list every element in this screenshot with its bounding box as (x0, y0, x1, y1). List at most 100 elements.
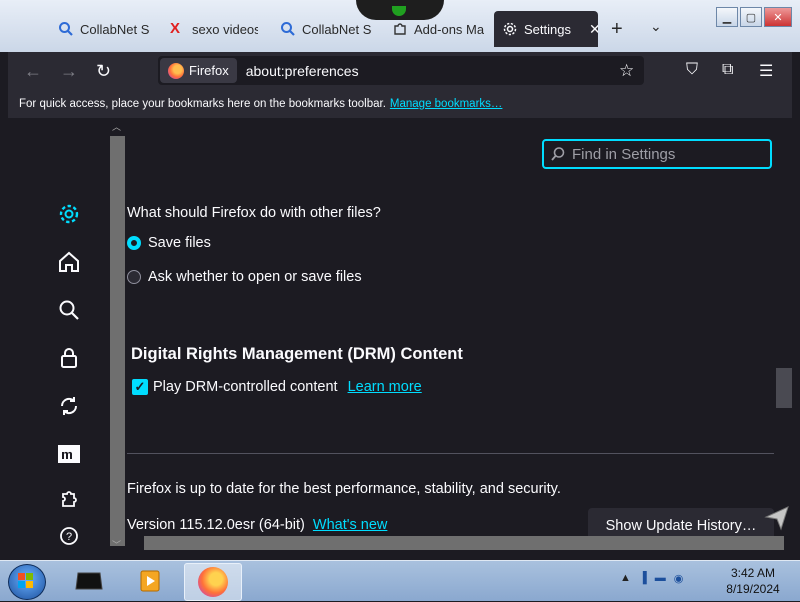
page-scrollbar-thumb[interactable] (776, 368, 792, 408)
tab-collabnet-2[interactable]: CollabNet Sc (280, 11, 372, 47)
radio-selected-icon[interactable] (127, 236, 141, 250)
list-all-tabs-chevron-icon[interactable]: ⌄ (650, 18, 662, 35)
volume-icon[interactable]: ◉ (674, 572, 684, 585)
forward-arrow-icon[interactable]: → (60, 61, 78, 82)
drm-heading: Digital Rights Management (DRM) Content (131, 345, 463, 363)
help-icon: ? (60, 527, 78, 545)
pocket-icon[interactable]: ⛉ (686, 61, 698, 79)
scrollbar-thumb[interactable] (110, 136, 125, 546)
manage-bookmarks-link[interactable]: Manage bookmarks… (390, 98, 503, 110)
bookmark-star-icon[interactable]: ☆ (619, 61, 634, 81)
update-status-text: Firefox is up to date for the best perfo… (127, 481, 561, 497)
windows-logo-icon (18, 573, 33, 588)
search-icon (281, 22, 295, 36)
reload-icon[interactable]: ↻ (96, 61, 111, 82)
media-player-icon (140, 570, 160, 592)
version-text: Version 115.12.0esr (64-bit) (127, 517, 305, 533)
version-row: Version 115.12.0esr (64-bit) What's new (127, 517, 387, 533)
radio-ask-open-or-save[interactable]: Ask whether to open or save files (127, 269, 362, 285)
category-extensions[interactable] (56, 485, 82, 511)
taskbar-app-terminal[interactable] (62, 563, 118, 599)
url-bar[interactable]: Firefox about:preferences (158, 56, 644, 85)
drm-learn-more-link[interactable]: Learn more (348, 379, 422, 395)
bookmarks-toolbar: For quick access, place your bookmarks h… (8, 90, 792, 118)
nav-bar: ← → ↻ Firefox about:preferences ☆ ⛉ ⧉ ☰ (8, 52, 792, 90)
radio-unselected-icon[interactable] (127, 270, 141, 284)
search-icon (59, 22, 73, 36)
taskbar-app-media-player[interactable] (122, 563, 178, 599)
bookmarks-message: For quick access, place your bookmarks h… (19, 98, 386, 110)
whats-new-link[interactable]: What's new (313, 517, 388, 533)
window-controls: ▁ ▢ ✕ (716, 7, 792, 27)
category-search[interactable] (56, 297, 82, 323)
system-tray: ▲ ▐ ▬ ◉ (620, 572, 683, 585)
mouse-cursor-icon (764, 506, 789, 531)
gear-icon (59, 204, 79, 224)
puzzle-icon (394, 23, 406, 35)
category-home[interactable] (56, 249, 82, 275)
close-window-button[interactable]: ✕ (764, 7, 792, 27)
tab-collabnet-1[interactable]: CollabNet Sc (58, 11, 150, 47)
extensions-icon[interactable]: ⧉ (722, 61, 733, 79)
back-arrow-icon[interactable]: ← (24, 61, 42, 82)
tab-settings[interactable]: Settings ✕ (494, 11, 598, 47)
clock-date: 8/19/2024 (726, 582, 780, 596)
tab-label: Add-ons Ma (414, 21, 484, 37)
category-general[interactable] (56, 201, 82, 227)
svg-text:?: ? (66, 531, 72, 543)
horizontal-scrollbar[interactable] (126, 536, 786, 550)
camera-notch (356, 0, 444, 20)
search-icon (551, 147, 565, 161)
minimize-button[interactable]: ▁ (716, 7, 738, 27)
category-support[interactable]: ? (56, 523, 82, 549)
display-icon[interactable]: ▬ (655, 572, 666, 585)
find-in-settings-input[interactable] (570, 144, 764, 164)
terminal-icon (75, 572, 103, 590)
category-privacy[interactable] (56, 345, 82, 371)
lock-icon (61, 348, 77, 368)
firefox-logo-icon (198, 567, 228, 597)
scroll-down-arrow-icon[interactable]: ﹀ (112, 538, 121, 550)
start-button[interactable] (8, 564, 46, 600)
firefox-logo-icon (168, 62, 184, 79)
clock-time: 3:42 AM (730, 566, 776, 580)
title-bar: CollabNet Sc X sexo videos CollabNet Sc … (0, 0, 800, 52)
new-tab-button[interactable]: + (611, 18, 623, 41)
sync-icon (60, 397, 78, 415)
url-text[interactable]: about:preferences (246, 63, 359, 79)
network-app-icon[interactable]: ▐ (639, 572, 647, 585)
tab-label: CollabNet Sc (302, 21, 372, 37)
find-in-settings-field[interactable] (542, 139, 772, 169)
radio-save-label: Save files (148, 235, 211, 251)
category-sync[interactable] (56, 393, 82, 419)
extensions-icon (62, 491, 77, 507)
mozilla-icon (58, 445, 80, 463)
category-more-from-mozilla[interactable] (56, 441, 82, 467)
checkbox-checked-icon[interactable]: ✓ (132, 379, 148, 395)
other-files-question: What should Firefox do with other files? (127, 205, 381, 221)
tab-sexo-videos[interactable]: X sexo videos (170, 11, 258, 47)
search-icon (59, 300, 79, 320)
section-divider (127, 453, 774, 454)
hscroll-thumb[interactable] (144, 536, 784, 550)
settings-page: ? ︿ ﹀ What should Firefox do with other … (8, 118, 792, 550)
scroll-up-arrow-icon[interactable]: ︿ (112, 120, 121, 133)
identity-box[interactable]: Firefox (160, 58, 237, 83)
identity-label: Firefox (189, 63, 229, 78)
drm-checkbox-row[interactable]: ✓ Play DRM-controlled content Learn more (132, 379, 422, 395)
radio-save-files[interactable]: Save files (127, 235, 211, 251)
sidebar-scrollbar[interactable]: ︿ ﹀ (108, 118, 126, 550)
taskbar-app-firefox[interactable] (184, 563, 242, 601)
close-tab-icon[interactable]: ✕ (589, 21, 598, 38)
tab-label: Settings (524, 21, 571, 37)
radio-ask-label: Ask whether to open or save files (148, 269, 362, 285)
tab-label: sexo videos (192, 21, 258, 37)
taskbar: ▲ ▐ ▬ ◉ 3:42 AM 8/19/2024 (0, 560, 800, 601)
show-hidden-icons-icon[interactable]: ▲ (620, 572, 631, 585)
drm-checkbox-label: Play DRM-controlled content (153, 379, 338, 395)
frog-icon (392, 6, 406, 16)
gear-icon (503, 22, 517, 36)
taskbar-clock[interactable]: 3:42 AM 8/19/2024 (716, 565, 790, 597)
hamburger-menu-icon[interactable]: ☰ (759, 61, 773, 81)
maximize-button[interactable]: ▢ (740, 7, 762, 27)
